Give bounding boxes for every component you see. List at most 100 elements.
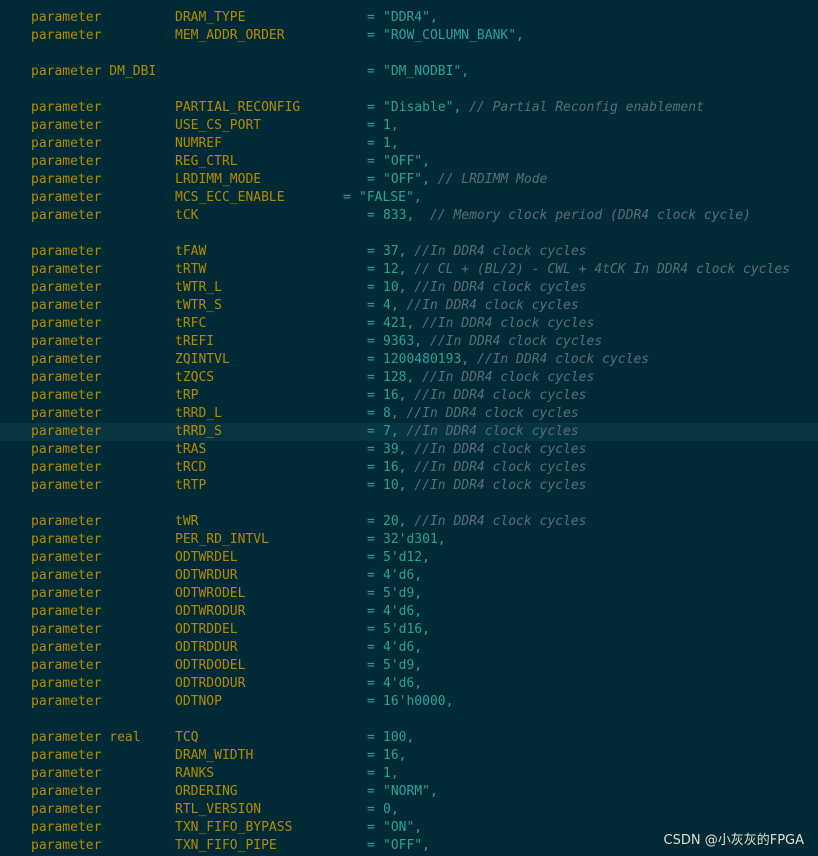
keyword-token: parameter	[31, 352, 102, 367]
code-comment: // Partial Reconfig enablement	[469, 100, 704, 115]
assign-operator: =	[367, 838, 375, 853]
parameter-name: TCQ	[175, 730, 199, 745]
parameter-value: 5'd12,	[383, 550, 430, 565]
parameter-value: 8,	[383, 406, 399, 421]
code-line[interactable]: parameter tWTR_S = 4, //In DDR4 clock cycle…	[0, 297, 818, 315]
parameter-name: ODTWRDUR	[175, 568, 238, 583]
code-line[interactable]: parameter ZQINTVL = 1200480193, //In DDR4 c…	[0, 351, 818, 369]
code-line[interactable]: parameter PARTIAL_RECONFIG = "Disable", // …	[0, 99, 818, 117]
assign-operator: =	[367, 100, 375, 115]
code-comment: //In DDR4 clock cycles	[406, 406, 579, 421]
code-line[interactable]: parameter DRAM_TYPE = "DDR4",	[0, 9, 818, 27]
code-line[interactable]: parameter ODTWRDEL = 5'd12,	[0, 549, 818, 567]
code-line[interactable]: parameter tRRD_L = 8, //In DDR4 clock cycle…	[0, 405, 818, 423]
code-comment: //In DDR4 clock cycles	[422, 370, 595, 385]
parameter-name: tZQCS	[175, 370, 215, 385]
assign-operator: =	[367, 820, 375, 835]
assign-operator: =	[367, 550, 375, 565]
code-line[interactable]: parameter REG_CTRL = "OFF",	[0, 153, 818, 171]
keyword-token: parameter	[31, 586, 102, 601]
code-comment: //In DDR4 clock cycles	[414, 460, 587, 475]
parameter-name: TXN_FIFO_BYPASS	[175, 820, 293, 835]
code-line[interactable]: parameter USE_CS_PORT = 1,	[0, 117, 818, 135]
parameter-value: "ROW_COLUMN_BANK",	[383, 28, 524, 43]
parameter-name: RTL_VERSION	[175, 802, 262, 817]
code-line[interactable]: parameter ORDERING = "NORM",	[0, 783, 818, 801]
code-line[interactable]: parameter RTL_VERSION = 0,	[0, 801, 818, 819]
code-line[interactable]: parameter tZQCS = 128, //In DDR4 clock cycl…	[0, 369, 818, 387]
assign-operator: =	[367, 802, 375, 817]
assign-operator: =	[367, 766, 375, 781]
code-comment: //In DDR4 clock cycles	[414, 442, 587, 457]
code-line[interactable]: parameter PER_RD_INTVL = 32'd301,	[0, 531, 818, 549]
parameter-value: 32'd301,	[383, 532, 446, 547]
parameter-name: tWR	[175, 514, 199, 529]
code-comment: //In DDR4 clock cycles	[422, 316, 595, 331]
code-line[interactable]: parameter tWR = 20, //In DDR4 clock cycles	[0, 513, 818, 531]
code-line[interactable]: parameter tREFI = 9363, //In DDR4 clock cyc…	[0, 333, 818, 351]
parameter-value: 1,	[383, 766, 399, 781]
keyword-token: parameter	[31, 658, 102, 673]
keyword-token: parameter	[31, 172, 102, 187]
code-line[interactable]: parameter tRP = 16, //In DDR4 clock cycles	[0, 387, 818, 405]
parameter-value: 16,	[383, 748, 407, 763]
assign-operator: =	[367, 172, 375, 187]
code-line[interactable]: parameter tRRD_S = 7, //In DDR4 clock cycle…	[0, 423, 818, 441]
code-line[interactable]: parameter real TCQ = 100,	[0, 729, 818, 747]
assign-operator: =	[367, 298, 375, 313]
keyword-token: parameter	[31, 550, 102, 565]
code-line[interactable]: parameter tCK = 833, // Memory clock period…	[0, 207, 818, 225]
keyword-token: parameter	[31, 316, 102, 331]
code-line[interactable]: parameter tRAS = 39, //In DDR4 clock cycles	[0, 441, 818, 459]
code-line[interactable]	[0, 81, 818, 99]
code-comment: //In DDR4 clock cycles	[476, 352, 650, 367]
code-line[interactable]: parameter ODTRDODUR = 4'd6,	[0, 675, 818, 693]
code-line[interactable]: parameter tFAW = 37, //In DDR4 clock cycles	[0, 243, 818, 261]
code-line[interactable]: parameter ODTWRODEL = 5'd9,	[0, 585, 818, 603]
code-line[interactable]: parameter ODTNOP = 16'h0000,	[0, 693, 818, 711]
code-line[interactable]: parameter MCS_ECC_ENABLE = "FALSE",	[0, 189, 818, 207]
code-line[interactable]: parameter ODTRDDEL = 5'd16,	[0, 621, 818, 639]
parameter-value: 10,	[383, 478, 407, 493]
parameter-value: 16,	[383, 388, 407, 403]
code-line[interactable]: parameter NUMREF = 1,	[0, 135, 818, 153]
code-line[interactable]: parameter DRAM_WIDTH = 16,	[0, 747, 818, 765]
parameter-value: 1,	[383, 136, 399, 151]
keyword-token: parameter	[31, 568, 102, 583]
parameter-name: ODTRDODEL	[175, 658, 246, 673]
assign-operator: =	[367, 208, 375, 223]
assign-operator: =	[367, 352, 375, 367]
code-line[interactable]: parameter tRTW = 12, // CL + (BL/2) - CWL +…	[0, 261, 818, 279]
keyword-token: parameter	[31, 10, 102, 25]
code-line[interactable]: parameter MEM_ADDR_ORDER = "ROW_COLUMN_BANK…	[0, 27, 818, 45]
code-line[interactable]: parameter ODTRDDUR = 4'd6,	[0, 639, 818, 657]
code-line[interactable]: parameter tRCD = 16, //In DDR4 clock cycles	[0, 459, 818, 477]
parameter-name: MCS_ECC_ENABLE	[175, 190, 285, 205]
assign-operator: =	[367, 154, 375, 169]
assign-operator: =	[367, 658, 375, 673]
code-line[interactable]: parameter ODTWRDUR = 4'd6,	[0, 567, 818, 585]
code-editor[interactable]: parameter DRAM_TYPE = "DDR4", parameter MEM_A…	[0, 0, 818, 856]
code-line[interactable]: parameter ODTRDODEL = 5'd9,	[0, 657, 818, 675]
code-line[interactable]: parameter ODTWRODUR = 4'd6,	[0, 603, 818, 621]
code-comment: //In DDR4 clock cycles	[414, 280, 587, 295]
parameter-value: 37,	[383, 244, 407, 259]
parameter-value: "DDR4",	[383, 10, 438, 25]
keyword-token: parameter DM_DBI	[31, 64, 157, 79]
keyword-token: parameter	[31, 244, 102, 259]
code-line[interactable]	[0, 495, 818, 513]
code-line[interactable]: parameter RANKS = 1,	[0, 765, 818, 783]
code-line[interactable]: parameter tRTP = 10, //In DDR4 clock cycles	[0, 477, 818, 495]
code-line[interactable]: parameter DM_DBI = "DM_NODBI",	[0, 63, 818, 81]
code-line[interactable]: parameter LRDIMM_MODE = "OFF", // LRDIMM Mo…	[0, 171, 818, 189]
parameter-name: tRFC	[175, 316, 207, 331]
code-line[interactable]	[0, 225, 818, 243]
keyword-token: parameter	[31, 190, 102, 205]
assign-operator: =	[367, 460, 375, 475]
code-line[interactable]: parameter tWTR_L = 10, //In DDR4 clock cycl…	[0, 279, 818, 297]
code-comment: //In DDR4 clock cycles	[414, 388, 587, 403]
code-line[interactable]	[0, 45, 818, 63]
assign-operator: =	[367, 676, 375, 691]
code-line[interactable]: parameter tRFC = 421, //In DDR4 clock cycle…	[0, 315, 818, 333]
code-line[interactable]	[0, 711, 818, 729]
